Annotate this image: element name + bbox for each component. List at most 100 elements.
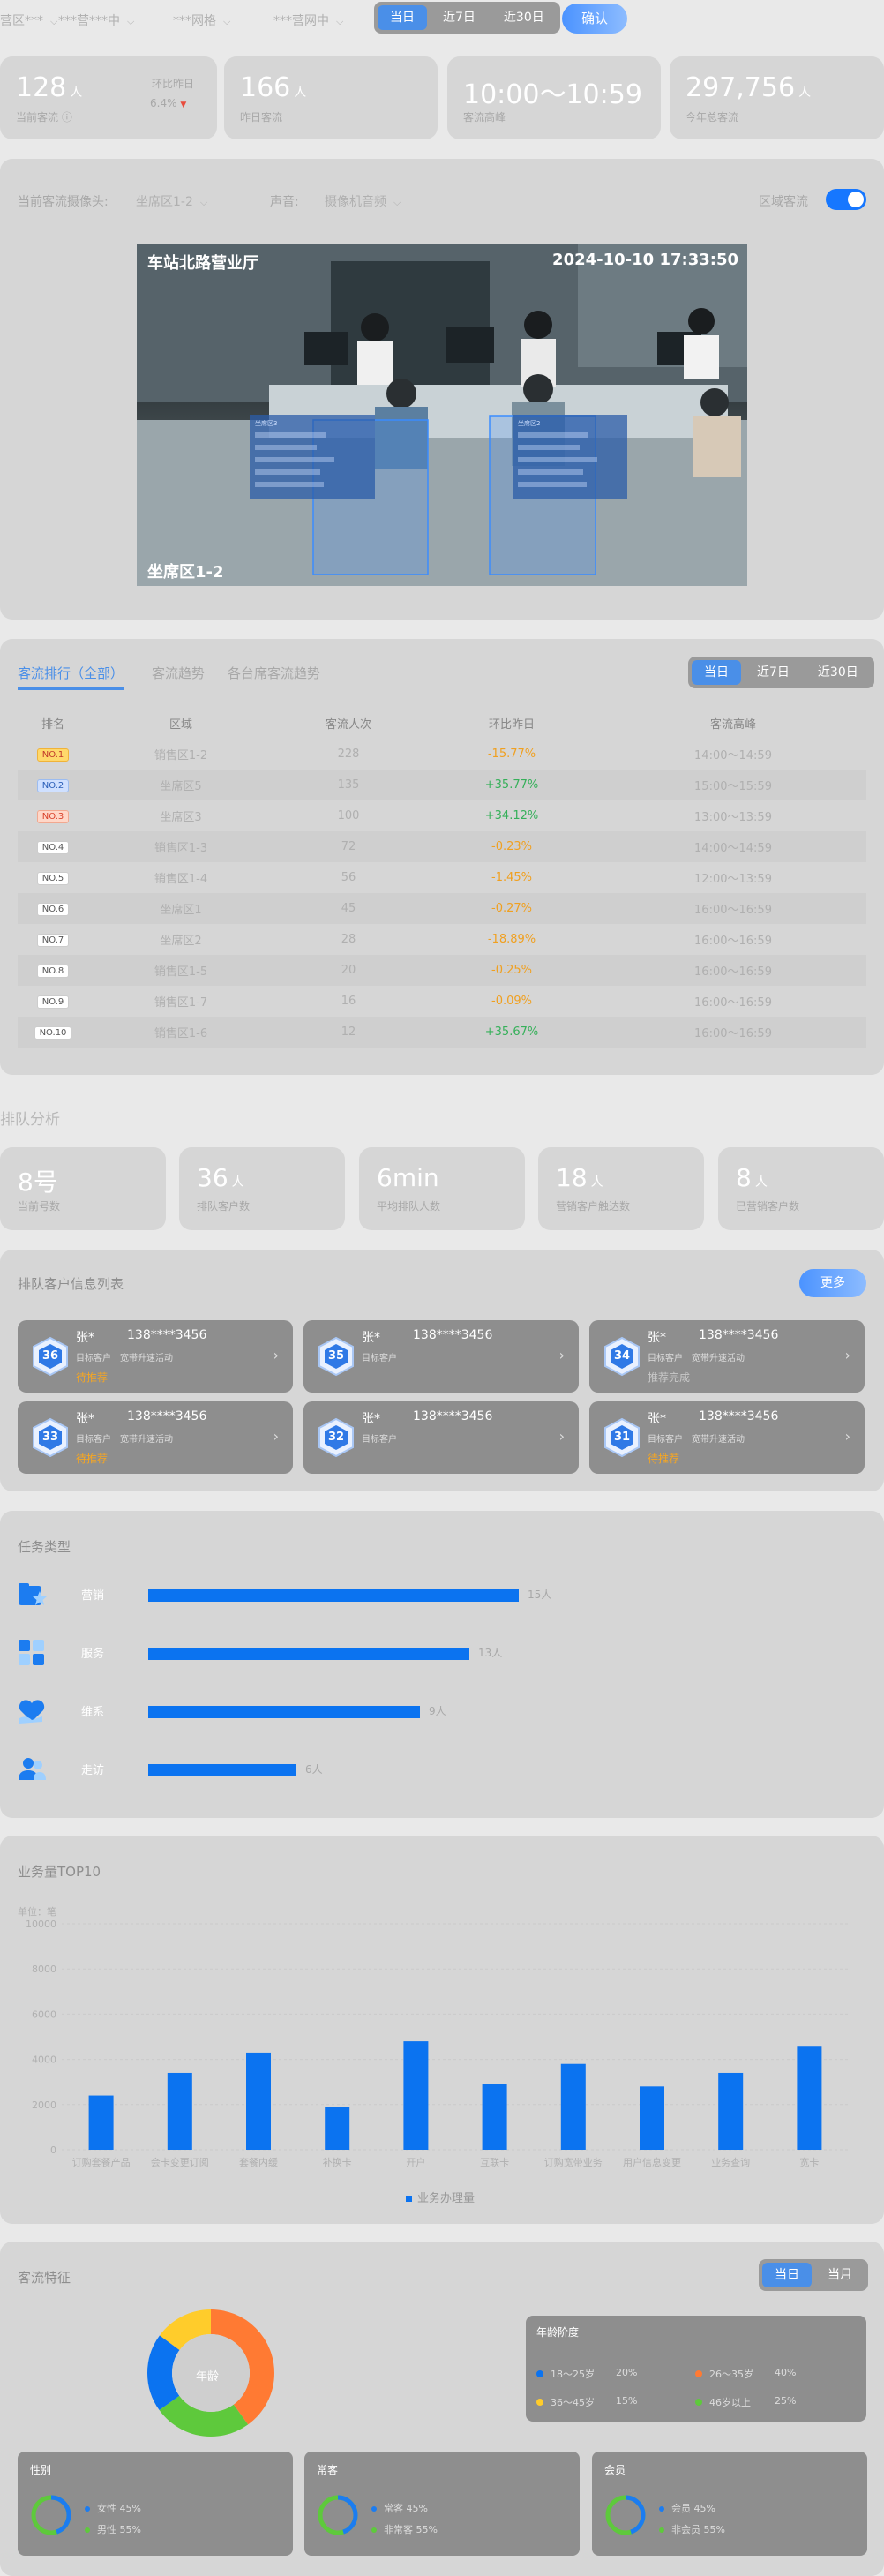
ranking-range-tabs: 当日 近7日 近30日 — [688, 657, 874, 688]
table-row[interactable]: NO.1 销售区1-2 228 -15.77% 14:00～14:59 — [18, 739, 866, 770]
trait-label: 非会员 — [671, 2524, 700, 2535]
tab-ranking-all[interactable]: 客流排行（全部） — [18, 664, 124, 690]
queue-list-title: 排队客户信息列表 — [18, 1276, 124, 1292]
queue-customer-card[interactable]: 36 张* 138****3456 目标客户 宽带升速活动 待推荐 › — [18, 1320, 293, 1393]
customer-tag: 目标客户 — [76, 1354, 111, 1363]
stat-value: 36 — [197, 1163, 228, 1192]
queue-customer-card[interactable]: 34 张* 138****3456 目标客户 宽带升速活动 推荐完成 › — [589, 1320, 865, 1393]
queue-stat-card: 8号 当前号数 — [0, 1147, 166, 1230]
confirm-button[interactable]: 确认 — [562, 4, 627, 34]
rank-badge: NO.5 — [36, 871, 70, 885]
task-row: 服务 13人 — [16, 1640, 810, 1666]
x-tick-label: 宽卡 — [799, 2156, 819, 2168]
age-legend-item: 26～35岁 40% — [695, 2367, 845, 2381]
age-legend-card: 年龄阶度 18～25岁 20% 26～35岁 40% 36～45岁 15% 46岁以上 25% — [526, 2316, 866, 2422]
stat-value: 166 — [240, 72, 291, 103]
info-icon[interactable]: ⓘ — [62, 111, 72, 124]
range-tab-today[interactable]: 当日 — [692, 660, 741, 685]
area-cell: 销售区1-6 — [154, 1027, 208, 1040]
customer-tag: 目标客户 — [362, 1435, 397, 1445]
table-row[interactable]: NO.8 销售区1-5 20 -0.25% 16:00～16:59 — [18, 955, 866, 986]
tab-flow-trend[interactable]: 客流趋势 — [152, 664, 205, 682]
filter-select-4[interactable]: ***营网中 ⌵ — [273, 11, 343, 29]
queue-customer-card[interactable]: 31 张* 138****3456 目标客户 宽带升速活动 待推荐 › — [589, 1401, 865, 1474]
trait-label: 会员 — [671, 2503, 691, 2514]
queue-stat-card: 8人 已营销客户数 — [718, 1147, 884, 1230]
range-tab-today[interactable]: 当日 — [378, 5, 427, 30]
region-toggle[interactable] — [826, 189, 866, 210]
bar-2 — [246, 2052, 271, 2150]
age-percent: 25% — [775, 2395, 797, 2407]
count-cell: 16 — [341, 995, 356, 1008]
table-row[interactable]: NO.6 坐席区1 45 -0.27% 16:00～16:59 — [18, 893, 866, 924]
camera-feed[interactable]: 坐席区3 坐席区2 车站北路营业厅 2024-10-10 17:33:50 坐席区… — [137, 244, 747, 586]
queue-customer-card[interactable]: 33 张* 138****3456 目标客户 宽带升速活动 待推荐 › — [18, 1401, 293, 1474]
range-tab-30d[interactable]: 近30日 — [805, 660, 871, 685]
range-tab-day[interactable]: 当日 — [762, 2263, 812, 2287]
rank-cell: NO.10 — [18, 1017, 88, 1048]
range-tab-month[interactable]: 当月 — [815, 2263, 865, 2287]
rank-cell: NO.9 — [18, 986, 88, 1017]
trait-item-b: 男性 55% — [85, 2522, 141, 2536]
svg-text:坐席区2: 坐席区2 — [518, 419, 540, 427]
trait-item-a: 常客 45% — [371, 2501, 428, 2515]
customer-tag: 目标客户 — [648, 1354, 683, 1363]
audio-select[interactable]: 摄像机音频 ⌵ — [325, 192, 401, 210]
trait-percent: 55% — [416, 2524, 438, 2535]
column-header: 环比昨日 — [488, 718, 535, 732]
area-cell: 销售区1-4 — [154, 873, 208, 886]
stat-label: 昨日客流 — [240, 111, 283, 124]
y-tick-label: 4000 — [32, 2054, 56, 2066]
range-tab-7d[interactable]: 近7日 — [745, 660, 802, 685]
age-range: 46岁以上 — [709, 2397, 751, 2408]
customer-status: 待推荐 — [76, 1371, 109, 1384]
filter-select-3[interactable]: ***网格 ⌵ — [173, 11, 230, 29]
table-row[interactable]: NO.3 坐席区3 100 +34.12% 13:00～13:59 — [18, 800, 866, 831]
table-row[interactable]: NO.10 销售区1-6 12 +35.67% 16:00～16:59 — [18, 1017, 866, 1048]
change-cell: -18.89% — [487, 933, 536, 946]
table-row[interactable]: NO.4 销售区1-3 72 -0.23% 14:00～14:59 — [18, 831, 866, 862]
stat-card-peak: 10:00～10:59 客流高峰 — [447, 56, 661, 139]
table-row[interactable]: NO.9 销售区1-7 16 -0.09% 16:00～16:59 — [18, 986, 866, 1017]
customer-name: 张* — [362, 1412, 380, 1426]
filter-select-1[interactable]: 营区*** ⌵ — [0, 11, 57, 29]
rank-badge: NO.9 — [36, 995, 70, 1009]
range-tab-7d[interactable]: 近7日 — [431, 5, 488, 30]
task-count: 6人 — [305, 1763, 323, 1776]
stat-label: 当前号数 — [18, 1200, 61, 1213]
x-tick-label: 套餐内缓 — [239, 2156, 278, 2168]
customer-name: 张* — [648, 1331, 666, 1345]
table-row[interactable]: NO.7 坐席区2 28 -18.89% 16:00～16:59 — [18, 924, 866, 955]
legend-dot — [536, 2370, 543, 2377]
table-row[interactable]: NO.2 坐席区5 135 +35.77% 15:00～15:59 — [18, 770, 866, 800]
y-tick-label: 10000 — [26, 1919, 56, 1930]
rank-cell: NO.7 — [18, 924, 88, 955]
queue-customer-card[interactable]: 35 张* 138****3456 目标客户 › — [303, 1320, 579, 1393]
change-cell: -0.09% — [491, 995, 532, 1008]
range-tab-30d[interactable]: 近30日 — [491, 5, 557, 30]
trait-percent: 55% — [703, 2524, 725, 2535]
x-tick-label: 用户信息变更 — [623, 2156, 681, 2168]
more-button[interactable]: 更多 — [799, 1269, 866, 1297]
queue-customer-card[interactable]: 32 张* 138****3456 目标客户 › — [303, 1401, 579, 1474]
tab-desk-trend[interactable]: 各台席客流趋势 — [228, 664, 320, 682]
trait-card: 会员 会员 45% 非会员 55% — [592, 2452, 867, 2556]
change-cell: +35.77% — [484, 778, 539, 792]
trait-label: 男性 — [97, 2524, 116, 2535]
filter-select-2[interactable]: ***营***中 ⌵ — [58, 11, 134, 29]
chevron-down-icon: ⌵ — [336, 16, 344, 27]
stat-card-year: 297,756 人 今年总客流 — [670, 56, 884, 139]
stat-unit: 人 — [294, 86, 307, 100]
camera-select[interactable]: 坐席区1-2 ⌵ — [136, 192, 207, 210]
trait-label: 常客 — [384, 2503, 403, 2514]
table-row[interactable]: NO.5 销售区1-4 56 -1.45% 12:00～13:59 — [18, 862, 866, 893]
customer-status: 待推荐 — [648, 1453, 680, 1465]
trait-ring-chart — [605, 2495, 646, 2535]
trait-percent: 45% — [119, 2503, 141, 2514]
task-count: 9人 — [429, 1705, 446, 1717]
peak-cell: 13:00～13:59 — [694, 811, 772, 824]
legend-dot — [85, 2527, 90, 2533]
area-cell: 坐席区3 — [160, 811, 202, 824]
customer-phone: 138****3456 — [413, 1328, 493, 1342]
bar-7 — [640, 2086, 664, 2150]
